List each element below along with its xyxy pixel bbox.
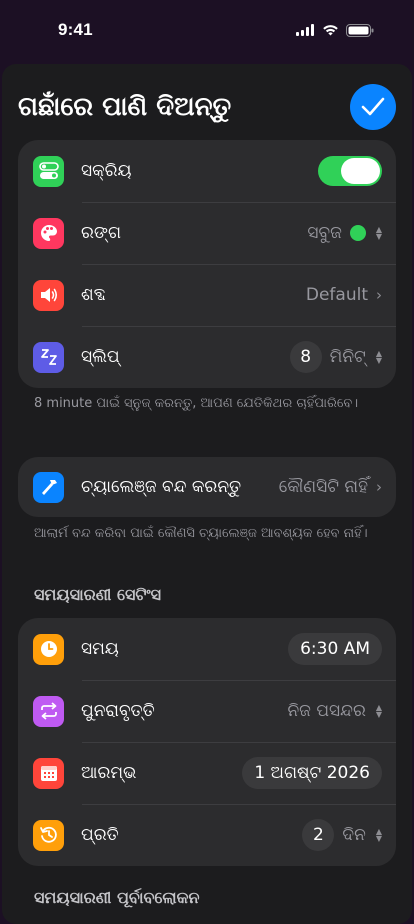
color-label: ରଙ୍ଗ: [81, 223, 122, 243]
alarm-edit-sheet: ଗଛାଁରେ ପାଣି ଦିଅନ୍ତୁ ସକ୍ରିୟ ରଙ୍ଗ ସବୁଜ ▲ ▼…: [2, 64, 412, 924]
every-value[interactable]: 2 ଦିନ ▲ ▼: [302, 819, 382, 851]
time-row[interactable]: ସମୟ 6:30 AM: [18, 618, 396, 680]
time-label: ସମୟ: [81, 639, 119, 659]
page-title: ଗଛାଁରେ ପାଣି ଦିଅନ୍ତୁ: [18, 91, 232, 122]
checkmark-icon: [361, 97, 385, 116]
schedule-group: ସମୟ 6:30 AM ପୁନରାବୃତ୍ତି ନିଜ ପସନ୍ଦର ▲ ▼ ଆ…: [18, 618, 396, 866]
history-icon: [33, 819, 64, 851]
repeat-row[interactable]: ପୁନରାବୃତ୍ତି ନିଜ ପସନ୍ଦର ▲ ▼: [18, 680, 396, 742]
chevron-right-icon: ›: [376, 478, 382, 496]
status-time: 9:41: [58, 20, 93, 39]
challenge-group: ଚ୍ୟାଲେଞ୍ଜ ବନ୍ଦ କରନ୍ତୁ କୌଣସିଟି ନାହିଁ ›: [18, 457, 396, 517]
signal-icon: [296, 24, 314, 36]
every-unit: ଦିନ: [342, 825, 366, 845]
chevron-updown-icon: ▲ ▼: [375, 703, 382, 719]
challenge-label: ଚ୍ୟାଲେଞ୍ଜ ବନ୍ଦ କରନ୍ତୁ: [81, 477, 242, 497]
time-value-pill[interactable]: 6:30 AM: [288, 633, 382, 665]
color-swatch: [349, 225, 366, 241]
hammer-icon: [33, 471, 64, 503]
challenge-value-text: କୌଣସିଟି ନାହିଁ: [278, 477, 368, 497]
challenge-footnote: ଆଲାର୍ମ ବନ୍ଦ କରିବା ପାଇଁ କୌଣସି ଚ୍ୟାଲେଞ୍ଜ ଆ…: [34, 526, 368, 541]
active-label: ସକ୍ରିୟ: [81, 161, 132, 181]
schedule-section-title: ସମୟସାରଣୀ ସେଟିଂସ: [34, 585, 162, 604]
speaker-icon: [33, 279, 64, 311]
sound-value[interactable]: Default ›: [306, 285, 382, 305]
snooze-footnote: 8 minute ପାଇଁ ସ୍ନୁଜ୍ କରନ୍ତୁ, ଆପଣ ଯେତିକିଥ…: [34, 396, 359, 411]
chevron-updown-icon: ▲ ▼: [375, 225, 382, 241]
snooze-value[interactable]: 8 ମିନିଟ୍ ▲ ▼: [289, 341, 382, 373]
challenge-row[interactable]: ଚ୍ୟାଲେଞ୍ଜ ବନ୍ଦ କରନ୍ତୁ କୌଣସିଟି ନାହିଁ ›: [18, 457, 396, 517]
sound-value-text: Default: [305, 285, 368, 305]
color-value-text: ସବୁଜ: [307, 223, 342, 243]
color-value[interactable]: ସବୁଜ ▲ ▼: [307, 223, 382, 243]
sound-row[interactable]: ଶବ୍ଦ Default ›: [18, 264, 396, 326]
preview-section-title: ସମୟସାରଣୀ ପୂର୍ବାବଲୋକନ: [34, 888, 200, 907]
snooze-number: 8: [289, 341, 322, 373]
every-row[interactable]: ପ୍ରତି 2 ଦିନ ▲ ▼: [18, 804, 396, 866]
repeat-label: ପୁନରାବୃତ୍ତି: [81, 701, 155, 721]
toggle-icon: [33, 155, 64, 187]
confirm-button[interactable]: [350, 84, 396, 130]
status-icons: [296, 23, 374, 37]
battery-icon: [346, 23, 374, 37]
every-label: ପ୍ରତି: [81, 825, 119, 845]
active-row[interactable]: ସକ୍ରିୟ: [18, 140, 396, 202]
calendar-icon: [33, 757, 64, 789]
repeat-value-text: ନିଜ ପସନ୍ଦର: [287, 701, 366, 721]
status-bar: 9:41: [0, 0, 414, 60]
palette-icon: [33, 217, 64, 249]
active-toggle[interactable]: [318, 156, 382, 186]
color-row[interactable]: ରଙ୍ଗ ସବୁଜ ▲ ▼: [18, 202, 396, 264]
repeat-icon: [33, 695, 64, 727]
snooze-icon: [33, 341, 64, 373]
clock-icon: [33, 633, 64, 665]
start-label: ଆରମ୍ଭ: [81, 763, 137, 783]
snooze-label: ସ୍ଲିପ୍: [81, 347, 120, 367]
chevron-right-icon: ›: [376, 286, 382, 304]
repeat-value[interactable]: ନିଜ ପସନ୍ଦର ▲ ▼: [287, 701, 382, 721]
start-date-pill[interactable]: 1 ଅଗଷ୍ଟ 2026: [242, 757, 382, 789]
snooze-unit: ମିନିଟ୍: [329, 347, 366, 367]
wifi-icon: [323, 25, 338, 36]
start-row[interactable]: ଆରମ୍ଭ 1 ଅଗଷ୍ଟ 2026: [18, 742, 396, 804]
sound-label: ଶବ୍ଦ: [81, 285, 106, 305]
challenge-value[interactable]: କୌଣସିଟି ନାହିଁ ›: [279, 477, 382, 497]
every-number: 2: [302, 819, 335, 851]
alarm-settings-group: ସକ୍ରିୟ ରଙ୍ଗ ସବୁଜ ▲ ▼ ଶବ୍ଦ Default › ସ୍ଲି…: [18, 140, 396, 388]
chevron-updown-icon: ▲ ▼: [375, 827, 382, 843]
snooze-row[interactable]: ସ୍ଲିପ୍ 8 ମିନିଟ୍ ▲ ▼: [18, 326, 396, 388]
sheet-header: ଗଛାଁରେ ପାଣି ଦିଅନ୍ତୁ: [18, 82, 396, 132]
chevron-updown-icon: ▲ ▼: [375, 349, 382, 365]
